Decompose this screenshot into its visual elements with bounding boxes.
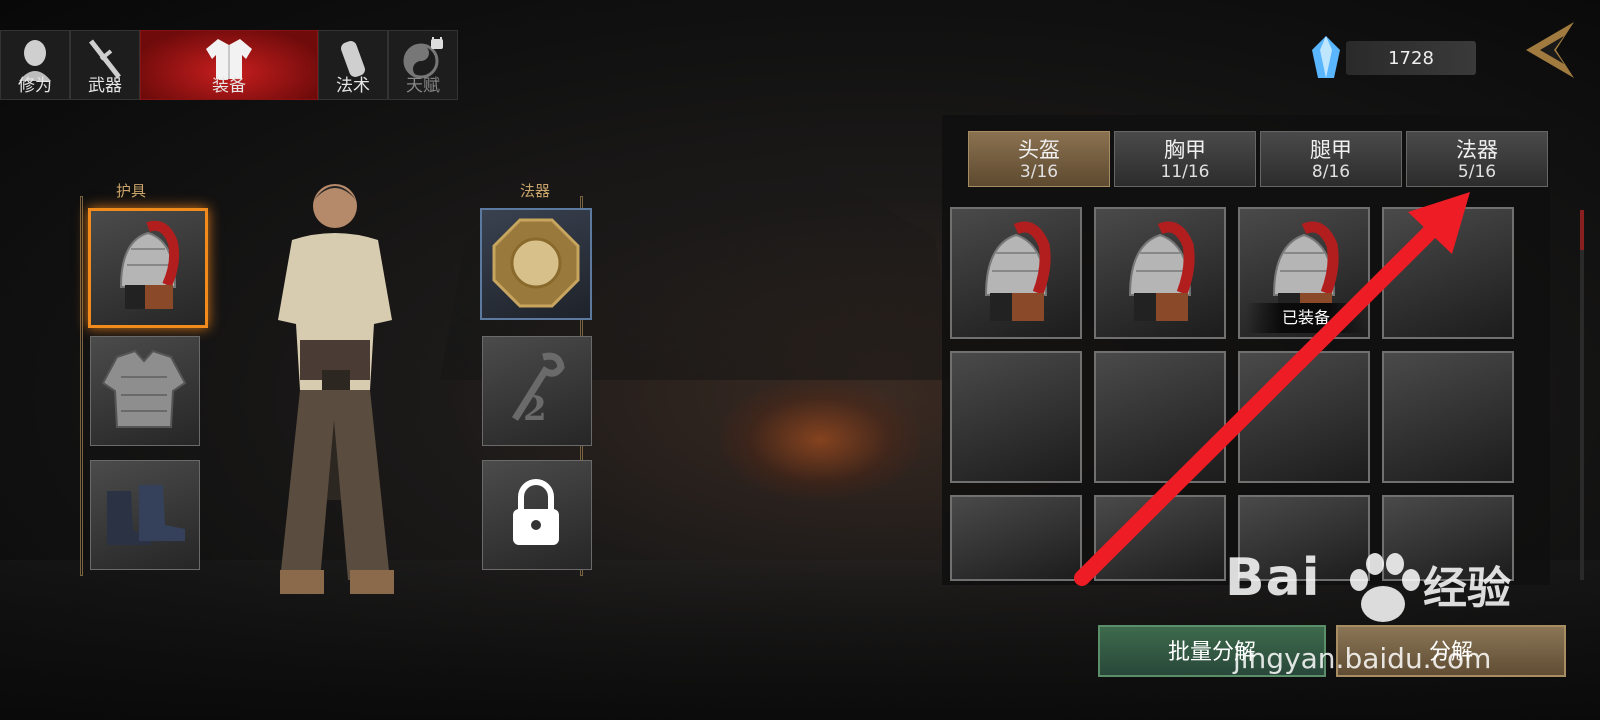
watermark-url: jingyan.baidu.com (1233, 642, 1492, 675)
tab-artifact-name: 法器 (1456, 138, 1498, 162)
tab-helmet[interactable]: 头盔 3/16 (968, 131, 1110, 187)
tab-helmet-count: 3/16 (1019, 162, 1059, 182)
scrollbar-thumb[interactable] (1580, 210, 1584, 250)
tab-artifact-count: 5/16 (1457, 162, 1497, 182)
tab-talent-label: 天赋 (406, 76, 440, 96)
bagua-mirror-icon (492, 218, 580, 308)
inventory-cell[interactable] (1094, 495, 1226, 581)
inventory-cell[interactable] (950, 495, 1082, 581)
player-character (278, 184, 394, 594)
armor-section-title: 护具 (116, 182, 147, 200)
tab-helmet-name: 头盔 (1018, 138, 1060, 162)
paw-icon (1350, 553, 1420, 622)
tab-cultivation[interactable]: 修为 (0, 30, 70, 100)
tab-spell[interactable]: 法术 (318, 30, 388, 100)
tab-legs-name: 腿甲 (1310, 138, 1352, 162)
artifact-slot-locked[interactable] (482, 460, 592, 570)
artifact-section-title: 法器 (520, 182, 551, 200)
armor-slot-chest[interactable] (90, 336, 200, 446)
helmet-icon (1096, 221, 1224, 341)
tab-spell-label: 法术 (336, 76, 370, 96)
tab-chest-name: 胸甲 (1164, 138, 1206, 162)
inventory-scrollbar[interactable] (1580, 210, 1584, 580)
watermark-jingyan: 经验 (1423, 563, 1511, 614)
tab-legs[interactable]: 腿甲 8/16 (1260, 131, 1402, 187)
armor-frame-line (80, 196, 83, 576)
blue-crystal-icon (1312, 36, 1340, 78)
inventory-cell[interactable] (1094, 207, 1226, 339)
artifact-slot-number: 2 (523, 389, 547, 429)
inventory-cell[interactable] (1382, 207, 1514, 339)
boots-icon (107, 485, 185, 545)
tab-chest-count: 11/16 (1160, 162, 1210, 182)
helmet-icon (952, 221, 1080, 341)
armor-slot-boots[interactable] (90, 460, 200, 570)
inventory-cell[interactable] (1382, 351, 1514, 483)
artifact-slot-scepter[interactable]: 2 (482, 336, 592, 446)
tab-legs-count: 8/16 (1311, 162, 1351, 182)
baidu-watermark: Bai 经验 jingyan.baidu.com (1225, 548, 1511, 675)
currency-amount: 1728 (1346, 41, 1476, 75)
inventory-cell[interactable] (950, 351, 1082, 483)
equipped-badge: 已装备 (1246, 303, 1366, 333)
currency-display: 1728 (1310, 36, 1476, 80)
helmet-icon (119, 220, 180, 309)
inventory-panel: 头盔 3/16 胸甲 11/16 腿甲 8/16 法器 5/16 已装备 (942, 115, 1550, 585)
fire-glow (720, 380, 920, 500)
artifact-slot-mirror[interactable] (480, 208, 592, 320)
tab-equipment-label: 装备 (212, 76, 246, 96)
watermark-logo: Bai (1225, 548, 1321, 608)
inventory-cell[interactable]: 已装备 (1238, 207, 1370, 339)
back-arrow-icon[interactable] (1516, 18, 1580, 82)
lock-icon (513, 479, 559, 545)
tab-chest[interactable]: 胸甲 11/16 (1114, 131, 1256, 187)
top-tab-bar: 修为 武器 装备 法术 天赋 (0, 30, 458, 100)
chest-armor-icon (101, 349, 187, 428)
inventory-cell[interactable] (1094, 351, 1226, 483)
inventory-cell[interactable] (950, 207, 1082, 339)
tab-artifact[interactable]: 法器 5/16 (1406, 131, 1548, 187)
tab-talent[interactable]: 天赋 (388, 30, 458, 100)
tab-equipment[interactable]: 装备 (140, 30, 318, 100)
tab-weapon-label: 武器 (88, 76, 122, 96)
inventory-cell[interactable] (1238, 351, 1370, 483)
tab-weapon[interactable]: 武器 (70, 30, 140, 100)
armor-slot-helmet[interactable] (88, 208, 208, 328)
tab-cultivation-label: 修为 (18, 76, 52, 96)
